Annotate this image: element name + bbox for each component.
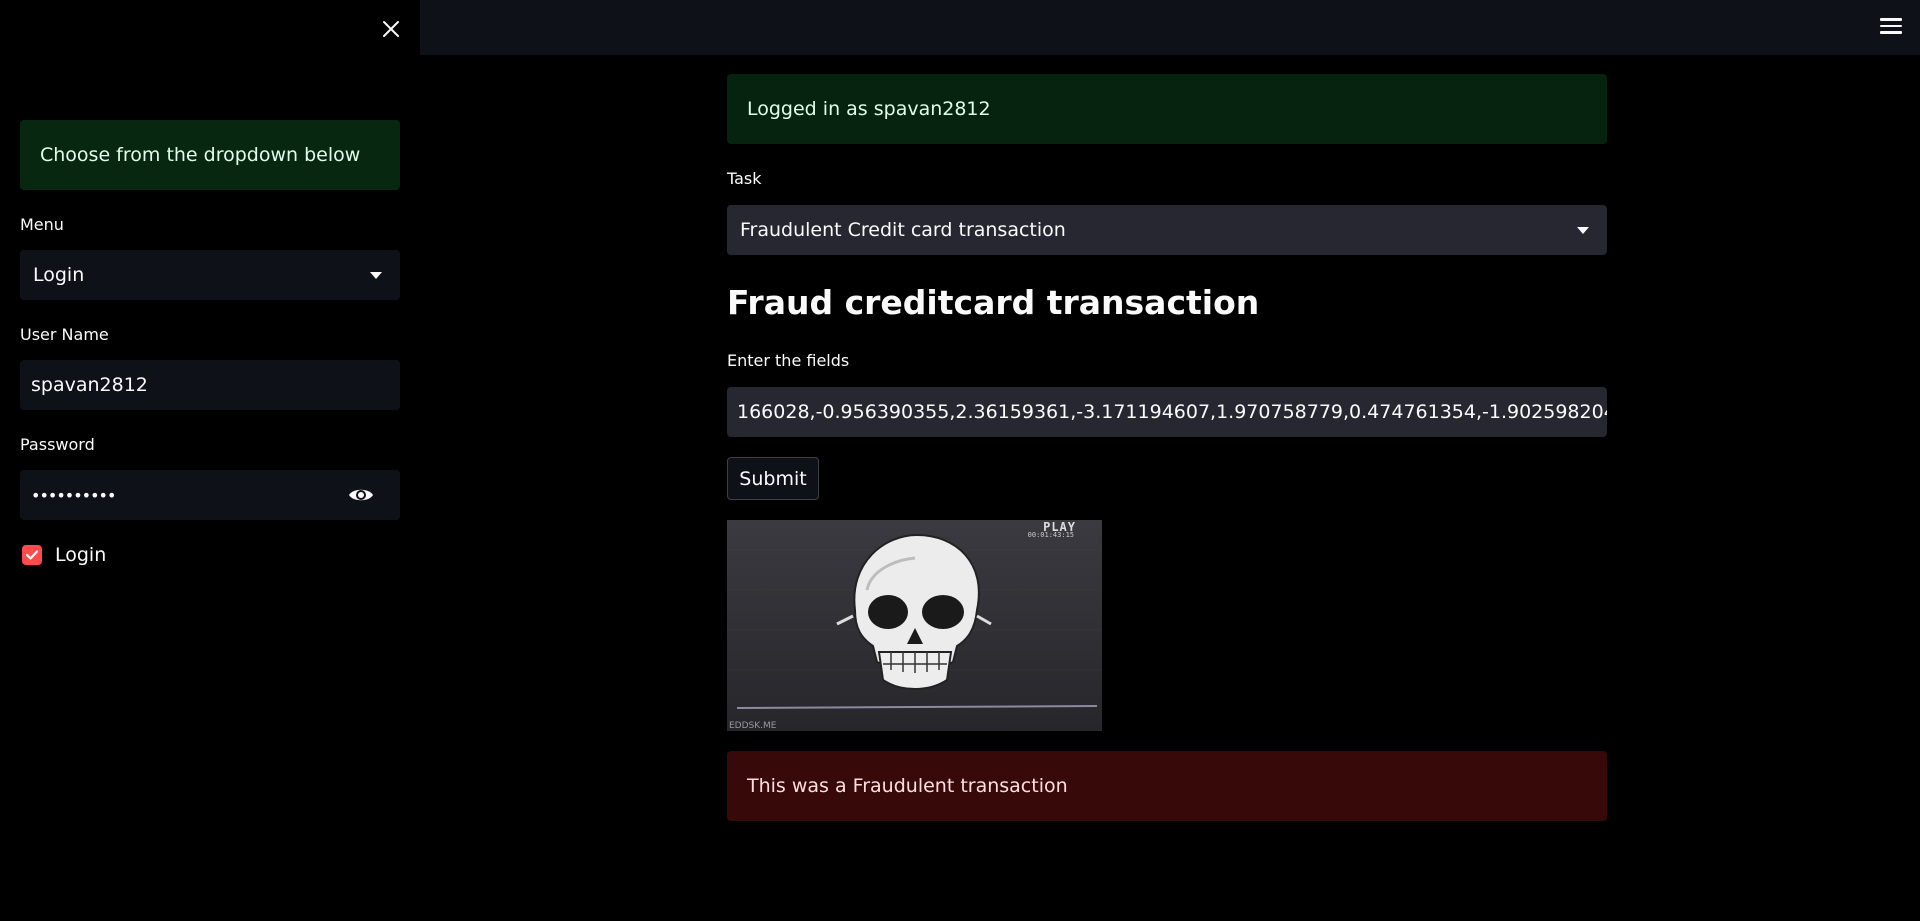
close-icon (383, 21, 399, 37)
sidebar-info-alert: Choose from the dropdown below (20, 120, 400, 190)
hamburger-icon[interactable] (1880, 18, 1902, 36)
password-value: •••••••••• (31, 485, 116, 505)
username-input[interactable]: spavan2812 (20, 360, 400, 410)
page-title: Fraud creditcard transaction (727, 283, 1260, 322)
close-sidebar-button[interactable] (378, 16, 404, 42)
submit-button[interactable]: Submit (727, 457, 819, 500)
task-label: Task (727, 169, 762, 188)
task-select-value: Fraudulent Credit card transaction (740, 219, 1066, 241)
menu-select-value: Login (33, 264, 85, 286)
login-checkbox-label: Login (55, 544, 107, 566)
chevron-down-icon (370, 272, 382, 279)
username-value: spavan2812 (31, 374, 148, 396)
fields-input[interactable]: 166028,-0.956390355,2.36159361,-3.171194… (727, 387, 1607, 437)
skull-image (727, 520, 1102, 731)
fields-label: Enter the fields (727, 351, 850, 370)
menu-label: Menu (20, 215, 64, 234)
gif-timecode: 00:01:43:15 (1027, 531, 1074, 539)
password-label: Password (20, 435, 95, 454)
checkbox-box[interactable] (22, 545, 42, 565)
result-error-alert: This was a Fraudulent transaction (727, 751, 1607, 821)
header-bar (420, 0, 1920, 55)
gif-watermark: EDDSK.ME (729, 721, 777, 731)
eye-icon[interactable] (348, 485, 374, 505)
chevron-down-icon (1577, 227, 1589, 234)
login-status-alert: Logged in as spavan2812 (727, 74, 1607, 144)
password-input[interactable]: •••••••••• (20, 470, 400, 520)
task-select[interactable]: Fraudulent Credit card transaction (727, 205, 1607, 255)
menu-select[interactable]: Login (20, 250, 400, 300)
check-icon (25, 550, 39, 560)
fields-input-value: 166028,-0.956390355,2.36159361,-3.171194… (737, 401, 1607, 423)
login-checkbox[interactable]: Login (22, 544, 106, 566)
sidebar: Choose from the dropdown below Menu Logi… (0, 0, 420, 921)
skull-gif-image: PLAY 00:01:43:15 EDDSK.ME (727, 520, 1102, 731)
username-label: User Name (20, 325, 109, 344)
